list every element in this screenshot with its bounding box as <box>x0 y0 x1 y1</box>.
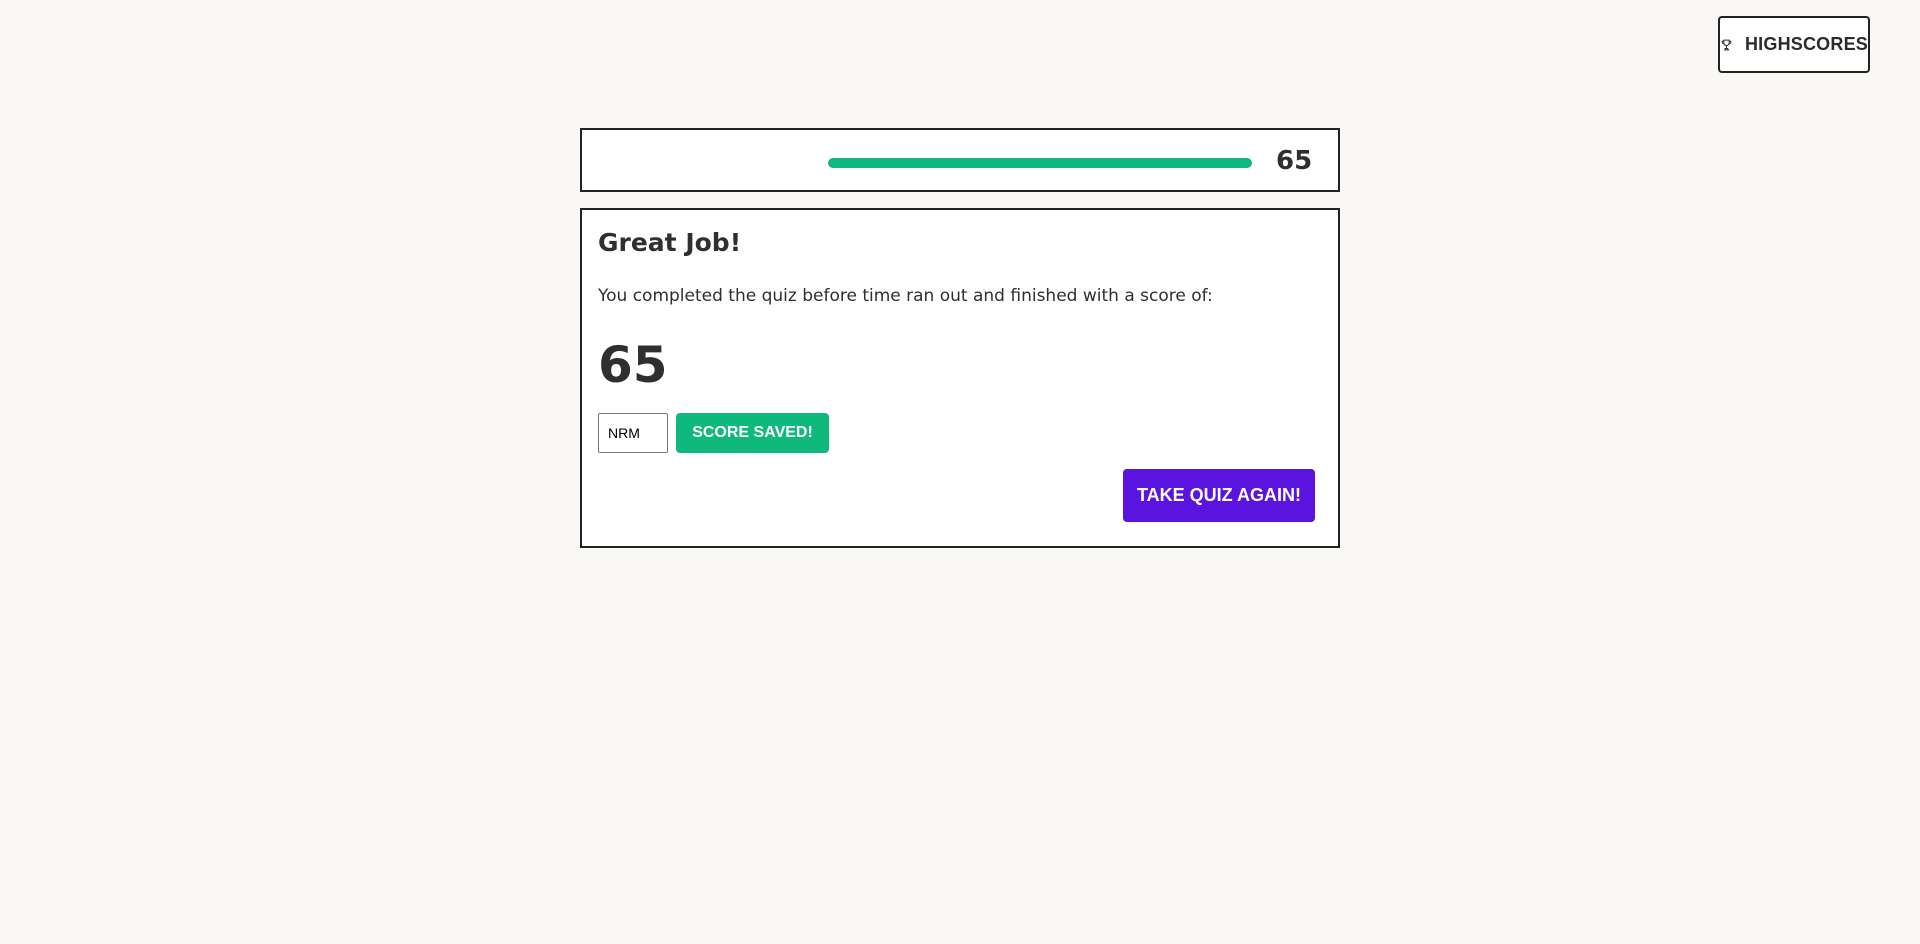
result-title: Great Job! <box>598 228 742 257</box>
highscores-label: HIGHSCORES <box>1744 34 1868 54</box>
initials-input[interactable] <box>598 413 668 453</box>
highscores-button[interactable]: HIGHSCORES <box>1718 16 1870 73</box>
timer-value: 65 <box>1276 146 1313 176</box>
save-score-button[interactable]: SCORE SAVED! <box>676 413 829 453</box>
timer-progress-fill <box>828 158 1252 168</box>
result-message: You completed the quiz before time ran o… <box>598 286 1213 306</box>
trophy-icon <box>1721 39 1732 50</box>
final-score: 65 <box>598 336 668 394</box>
timer-progress-bar <box>828 158 1252 168</box>
timer-panel: 65 <box>580 128 1340 192</box>
result-card: Great Job! You completed the quiz before… <box>580 208 1340 548</box>
take-quiz-again-button[interactable]: TAKE QUIZ AGAIN! <box>1123 469 1315 522</box>
